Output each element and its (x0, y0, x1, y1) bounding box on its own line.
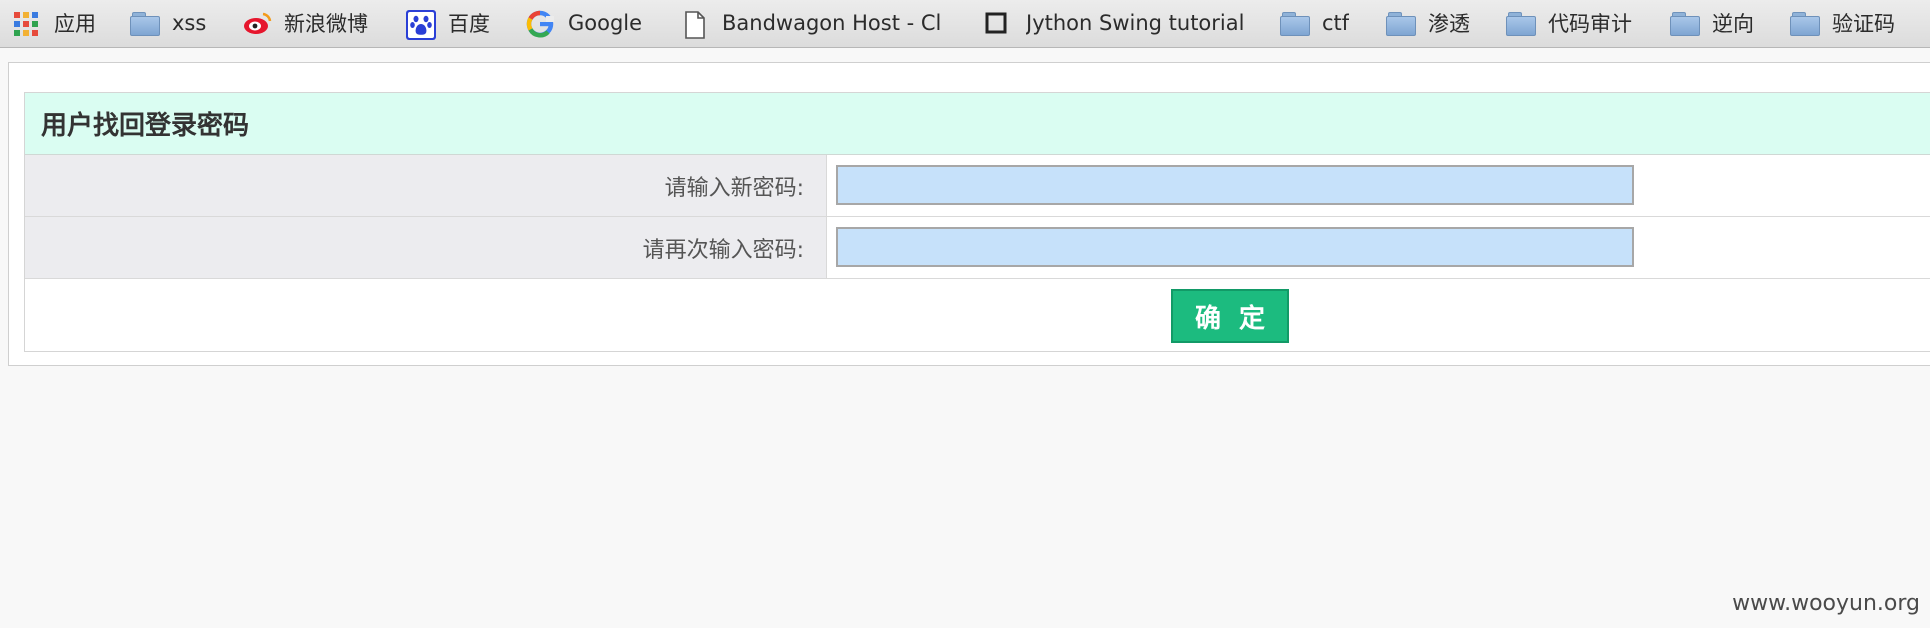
bookmark-label: 代码审计 (1548, 12, 1632, 36)
folder-icon (1790, 10, 1820, 36)
bookmark-reverse[interactable]: 逆向 (1670, 0, 1754, 46)
password-reset-form: 用户找回登录密码 请输入新密码: 请再次输入密码: 确定 (24, 92, 1930, 352)
folder-icon (1670, 10, 1700, 36)
folder-icon (1386, 10, 1416, 36)
bookmark-label: Jython Swing tutorial (1026, 11, 1245, 35)
weibo-icon (242, 10, 272, 36)
bookmark-jython[interactable]: Jython Swing tutorial (984, 0, 1244, 46)
bookmark-label: 新浪微博 (284, 12, 368, 36)
bookmark-label: 渗透 (1428, 12, 1470, 36)
form-title: 用户找回登录密码 (25, 93, 1930, 155)
bookmarks-bar: 应用 xss 新浪微博 百度 Google Bandwagon Host - C… (0, 0, 1930, 48)
bookmark-label: Google (568, 11, 643, 35)
bookmark-captcha[interactable]: 验证码 (1790, 0, 1895, 46)
baidu-paw-icon (406, 10, 436, 40)
new-password-label: 请输入新密码: (25, 155, 827, 216)
bookmark-ctf[interactable]: ctf (1280, 0, 1349, 46)
bookmark-label: 应用 (54, 12, 96, 36)
google-icon (526, 10, 556, 38)
folder-icon (1506, 10, 1536, 36)
confirm-password-input[interactable] (836, 227, 1634, 267)
bookmark-label: 逆向 (1712, 12, 1754, 36)
bookmark-label: Bandwagon Host - Cl (722, 11, 942, 35)
folder-icon (1280, 10, 1310, 36)
bookmark-label: xss (172, 11, 207, 35)
bookmark-label: 验证码 (1832, 12, 1895, 36)
bookmark-code-audit[interactable]: 代码审计 (1506, 0, 1632, 46)
watermark: www.wooyun.org (1732, 591, 1920, 616)
bookmark-xss[interactable]: xss (130, 0, 206, 46)
new-password-input[interactable] (836, 165, 1634, 205)
bookmark-baidu[interactable]: 百度 (406, 0, 490, 46)
confirm-button[interactable]: 确定 (1171, 289, 1289, 343)
bookmark-label: ctf (1322, 11, 1350, 35)
square-icon (984, 10, 1014, 36)
bookmark-label: 百度 (448, 12, 490, 36)
bookmark-bandwagon[interactable]: Bandwagon Host - Cl (680, 0, 988, 46)
confirm-password-label: 请再次输入密码: (25, 217, 827, 278)
page-icon (680, 10, 710, 39)
new-password-row: 请输入新密码: (25, 155, 1930, 217)
confirm-password-row: 请再次输入密码: (25, 217, 1930, 279)
folder-icon (130, 10, 160, 36)
submit-row: 确定 (25, 279, 1930, 351)
bookmark-google[interactable]: Google (526, 0, 642, 46)
bookmark-apps[interactable]: 应用 (12, 0, 96, 46)
bookmark-weibo[interactable]: 新浪微博 (242, 0, 368, 46)
bookmark-pentest[interactable]: 渗透 (1386, 0, 1470, 46)
apps-grid-icon (12, 10, 42, 36)
